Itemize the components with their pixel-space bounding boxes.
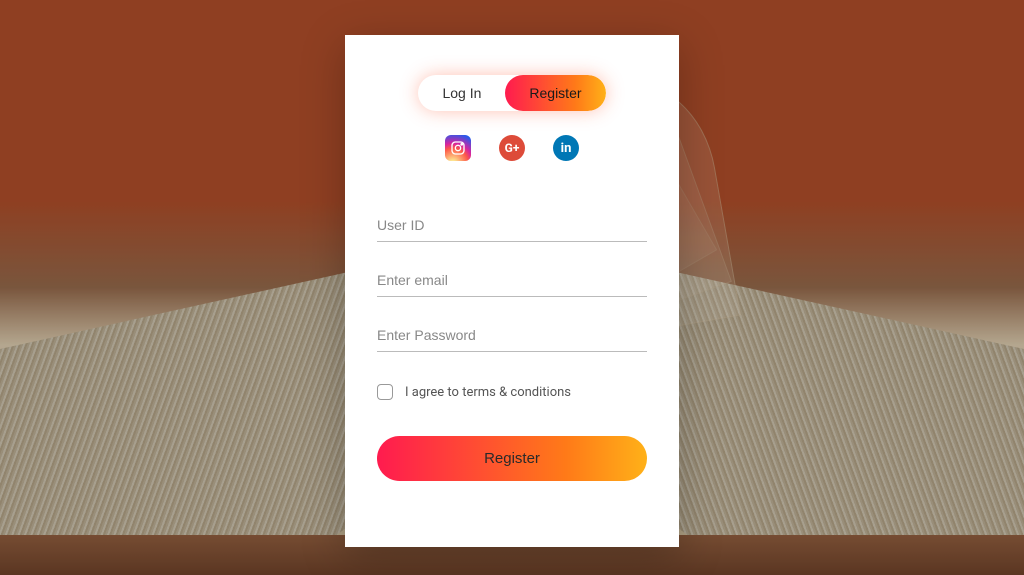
social-login-row: G+ in	[377, 135, 647, 161]
register-form: I agree to terms & conditions Register	[377, 209, 647, 481]
linkedin-icon[interactable]: in	[553, 135, 579, 161]
terms-label: I agree to terms & conditions	[405, 385, 571, 400]
userid-field[interactable]	[377, 209, 647, 242]
register-button[interactable]: Register	[377, 436, 647, 481]
auth-tabs: Log In Register	[377, 75, 647, 111]
terms-checkbox[interactable]	[377, 384, 393, 400]
tab-login[interactable]: Log In	[418, 75, 505, 111]
email-field[interactable]	[377, 264, 647, 297]
auth-tabs-inner: Log In Register	[418, 75, 605, 111]
tab-register[interactable]: Register	[505, 75, 605, 111]
instagram-icon[interactable]	[445, 135, 471, 161]
googleplus-icon[interactable]: G+	[499, 135, 525, 161]
password-field[interactable]	[377, 319, 647, 352]
auth-card: Log In Register G+ in I agree to terms &…	[345, 35, 679, 547]
terms-row: I agree to terms & conditions	[377, 384, 647, 400]
